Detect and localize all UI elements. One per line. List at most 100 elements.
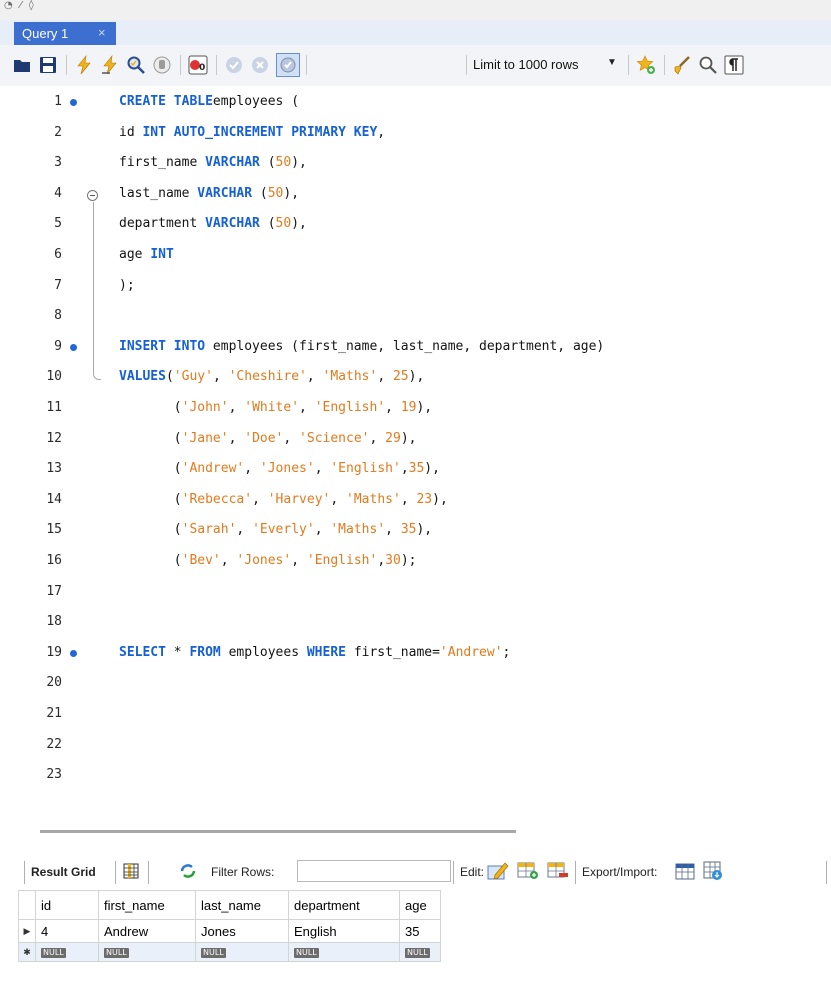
sql-text: , [314,522,331,538]
code-line[interactable]: 15 ('Sarah', 'Everly', 'Maths', 35), [0,515,831,545]
cell-department[interactable]: English [288,919,400,943]
autocommit-icon[interactable] [276,53,300,77]
cell-last-name[interactable]: Jones [195,919,289,943]
code-line[interactable]: 21 [0,699,831,729]
sql-string: 'Maths' [330,522,386,538]
svg-text:0: 0 [199,63,205,73]
refresh-icon[interactable] [178,863,198,879]
save-icon[interactable] [38,55,58,75]
null-cell[interactable]: NULL [195,942,289,962]
limit-rows-select[interactable]: Limit to 1000 rows ▼ [468,54,628,76]
column-header-age[interactable]: age [399,890,441,920]
sql-string: 'Jane' [181,430,229,446]
code-line[interactable]: 6 age INT [0,240,831,270]
code-line[interactable]: 14 ('Rebecca', 'Harvey', 'Maths', 23), [0,485,831,515]
tab-query-1[interactable]: Query 1 × [14,22,116,45]
sql-text: , [306,369,323,385]
sql-string: 'Maths' [322,369,378,385]
sql-text: department [119,216,206,232]
code-line[interactable]: 7); [0,271,831,301]
null-badge: NULL [41,948,66,959]
statement-marker-icon[interactable] [70,99,77,106]
null-cell[interactable]: NULL [35,942,99,962]
import-icon[interactable] [703,861,723,881]
null-cell[interactable]: NULL [288,942,400,962]
edit-cell-icon[interactable] [487,861,509,881]
code-line[interactable]: 4 last_name VARCHAR (50), [0,179,831,209]
sql-text: ( [259,216,276,232]
code-line[interactable]: 5 department VARCHAR (50), [0,209,831,239]
column-header-id[interactable]: id [35,890,99,920]
sql-string: 'Harvey' [267,491,331,507]
column-header-department[interactable]: department [288,890,400,920]
sql-string: 'English' [314,400,386,415]
code-line[interactable]: 13 ('Andrew', 'Jones', 'English',35), [0,454,831,484]
export-icon[interactable] [675,861,695,881]
null-cell[interactable]: NULL [98,942,196,962]
grid-header-row: id first_name last_name department age [18,890,441,920]
code-line[interactable]: 1 CREATE TABLEemployees ( [0,87,831,117]
execute-current-icon[interactable] [100,55,120,75]
code-line[interactable]: 20 [0,668,831,698]
find-icon[interactable] [698,55,718,75]
code-line[interactable]: 16 ('Bev', 'Jones', 'English',30); [0,546,831,576]
sql-editor-toolbar: 0 Limit to 1000 rows ▼ [0,45,831,86]
filter-rows-input[interactable] [297,860,451,882]
invisible-chars-icon[interactable] [724,55,744,75]
code-line[interactable]: 19 SELECT * FROM employees WHERE first_na… [0,638,831,668]
sql-number: 30 [385,553,401,568]
sql-string: 'English' [330,461,401,477]
result-grid-tab[interactable]: Result Grid [31,865,96,879]
cell-first-name[interactable]: Andrew [98,919,196,943]
code-line[interactable]: 22 [0,730,831,760]
sql-editor[interactable]: 1 CREATE TABLEemployees (2 id INT AUTO_INC… [0,86,831,816]
sql-text: , [385,522,401,538]
rollback-icon[interactable] [250,55,270,75]
cell-id[interactable]: 4 [35,919,99,943]
statement-marker-icon[interactable] [70,343,77,351]
code-line[interactable]: 3 first_name VARCHAR (50), [0,148,831,178]
code-line[interactable]: 2 id INT AUTO_INCREMENT PRIMARY KEY, [0,118,831,148]
add-snippet-icon[interactable] [636,55,656,75]
new-row[interactable]: ✱ NULL NULL NULL NULL NULL [18,942,441,962]
delete-row-icon[interactable] [547,862,569,880]
toggle-error-icon[interactable]: 0 [188,55,208,75]
result-grid[interactable]: id first_name last_name department age ▶… [18,890,441,962]
code-line[interactable]: 17 [0,577,831,607]
close-tab-icon[interactable]: × [98,25,106,40]
sql-text: ( [119,553,182,568]
code-line[interactable]: 9 INSERT INTO employees (first_name, last… [0,332,831,362]
add-row-icon[interactable] [517,862,539,880]
window-top-strip: ◔ ⁄ ◊ [0,0,831,20]
sql-string: 'English' [306,553,378,568]
beautify-icon[interactable] [672,55,692,75]
sql-text: ), [283,185,300,201]
code-line[interactable]: 23 [0,760,831,790]
panel-splitter[interactable] [40,830,516,833]
code-line[interactable]: 12 ('Jane', 'Doe', 'Science', 29), [0,424,831,454]
explain-icon[interactable] [126,55,146,75]
open-folder-icon[interactable] [12,55,32,75]
sql-keyword: INT [150,247,174,262]
null-cell[interactable]: NULL [399,942,441,962]
code-line[interactable]: 11 ('John', 'White', 'English', 19), [0,393,831,423]
stop-icon[interactable] [152,55,172,75]
line-number: 21 [46,706,62,721]
cell-age[interactable]: 35 [399,919,441,943]
statement-marker-icon[interactable] [70,649,77,657]
code-line[interactable]: 18 [0,607,831,637]
sql-string: 'Everly' [252,522,315,538]
execute-icon[interactable] [74,55,94,75]
commit-icon[interactable] [224,55,244,75]
code-text: ('Sarah', 'Everly', 'Maths', 35), [119,515,432,545]
code-line[interactable]: 8 [0,301,831,331]
column-header-last-name[interactable]: last_name [195,890,289,920]
code-line[interactable]: 10 VALUES('Guy', 'Cheshire', 'Maths', 25)… [0,362,831,392]
sql-number: 25 [392,369,409,385]
table-row[interactable]: ▶ 4 Andrew Jones English 35 [18,919,441,943]
column-header-first-name[interactable]: first_name [98,890,196,920]
code-text: age INT [119,240,174,270]
sql-text: , [400,461,409,477]
sql-text: first_name= [346,644,440,660]
grid-layout-icon[interactable] [123,863,139,879]
